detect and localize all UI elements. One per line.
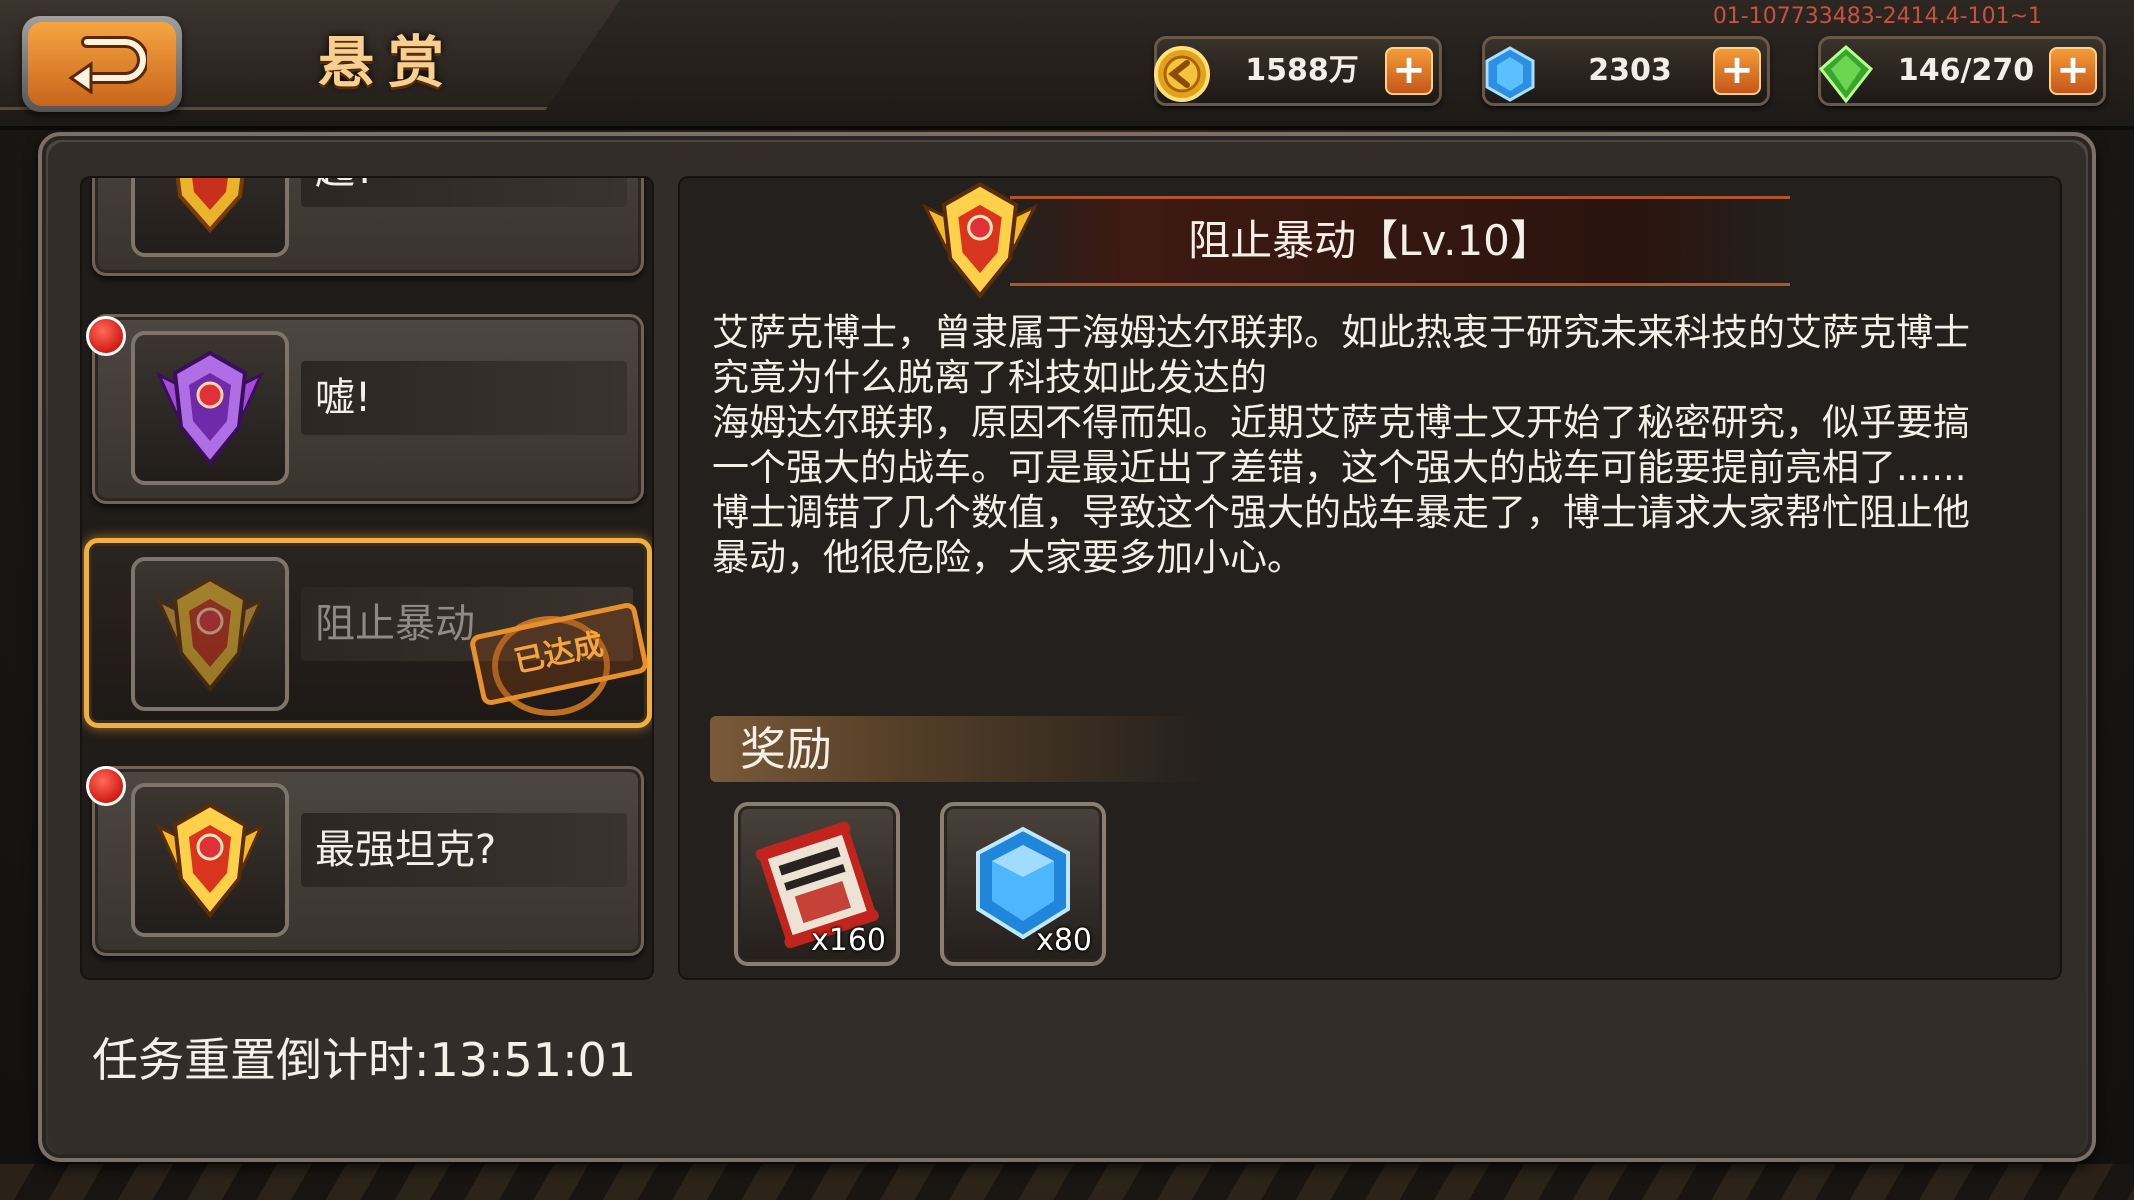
purple-emblem-icon: [131, 331, 289, 485]
description-paragraph: 海姆达尔联邦，原因不得而知。近期艾萨克博士又开始了秘密研究，似乎要搞一个强大的战…: [712, 401, 1970, 489]
description-paragraph: 艾萨克博士，曾隶属于海姆达尔联邦。如此热衷于研究未来科技的艾萨克博士究竟为什么脱…: [712, 311, 1970, 399]
stamina-value: 146/270: [1897, 53, 2035, 88]
quest-description: 艾萨克博士，曾隶属于海姆达尔联邦。如此热衷于研究未来科技的艾萨克博士究竟为什么脱…: [712, 310, 2002, 580]
top-bar: 悬赏 01-107733483-2414.4-101~1 1588万 + 230…: [0, 0, 2134, 130]
reward-item[interactable]: x80: [940, 802, 1106, 966]
detail-title: 阻止暴动【Lv.10】: [1188, 216, 1552, 265]
gem-counter: 2303 +: [1482, 36, 1770, 106]
reward-count: x80: [1036, 923, 1092, 958]
quest-item[interactable]: 嘘!: [92, 314, 644, 504]
reward-label: 奖励: [740, 722, 832, 776]
quest-item[interactable]: 起?: [92, 178, 644, 276]
blue-gem-icon: [1479, 43, 1541, 105]
quest-label-bar: 起?: [301, 178, 627, 207]
quest-label-bar: 最强坦克?: [301, 813, 627, 887]
gold-coin-icon: [1151, 43, 1213, 105]
gold-emblem-icon: [131, 783, 289, 937]
reward-item[interactable]: x160: [734, 802, 900, 966]
gold-value: 1588万: [1245, 53, 1359, 88]
gold-emblem-icon-dim: [131, 557, 289, 711]
reset-countdown: 任务重置倒计时:13:51:01: [92, 1033, 637, 1087]
quest-label: 最强坦克?: [315, 827, 497, 873]
quest-label: 起?: [315, 178, 376, 207]
gold-counter: 1588万 +: [1154, 36, 1442, 106]
quest-label: 嘘!: [315, 375, 372, 421]
quest-item[interactable]: 最强坦克?: [92, 766, 644, 956]
back-arrow-icon: [28, 22, 176, 106]
notification-dot: [86, 316, 126, 356]
green-crystal-icon: [1815, 43, 1877, 105]
description-paragraph: 博士调错了几个数值，导致这个强大的战车暴走了，博士请求大家帮忙阻止他暴动，他很危…: [712, 491, 1970, 579]
reward-count: x160: [810, 923, 886, 958]
notification-dot: [86, 766, 126, 806]
add-gold-button[interactable]: +: [1385, 47, 1433, 95]
build-id-text: 01-107733483-2414.4-101~1: [1712, 4, 2042, 29]
quest-list[interactable]: 起? 嘘! 阻止暴动: [80, 176, 654, 980]
bottom-decoration: [0, 1164, 2134, 1200]
gem-value: 2303: [1588, 53, 1672, 88]
quest-label-bar: 嘘!: [301, 361, 627, 435]
page-title: 悬赏: [318, 31, 458, 96]
add-stamina-button[interactable]: +: [2049, 47, 2097, 95]
back-button[interactable]: [22, 16, 182, 112]
add-gems-button[interactable]: +: [1713, 47, 1761, 95]
quest-label: 阻止暴动: [315, 601, 475, 647]
stamina-counter: 146/270 +: [1818, 36, 2106, 106]
quest-emblem-icon: [131, 178, 289, 257]
